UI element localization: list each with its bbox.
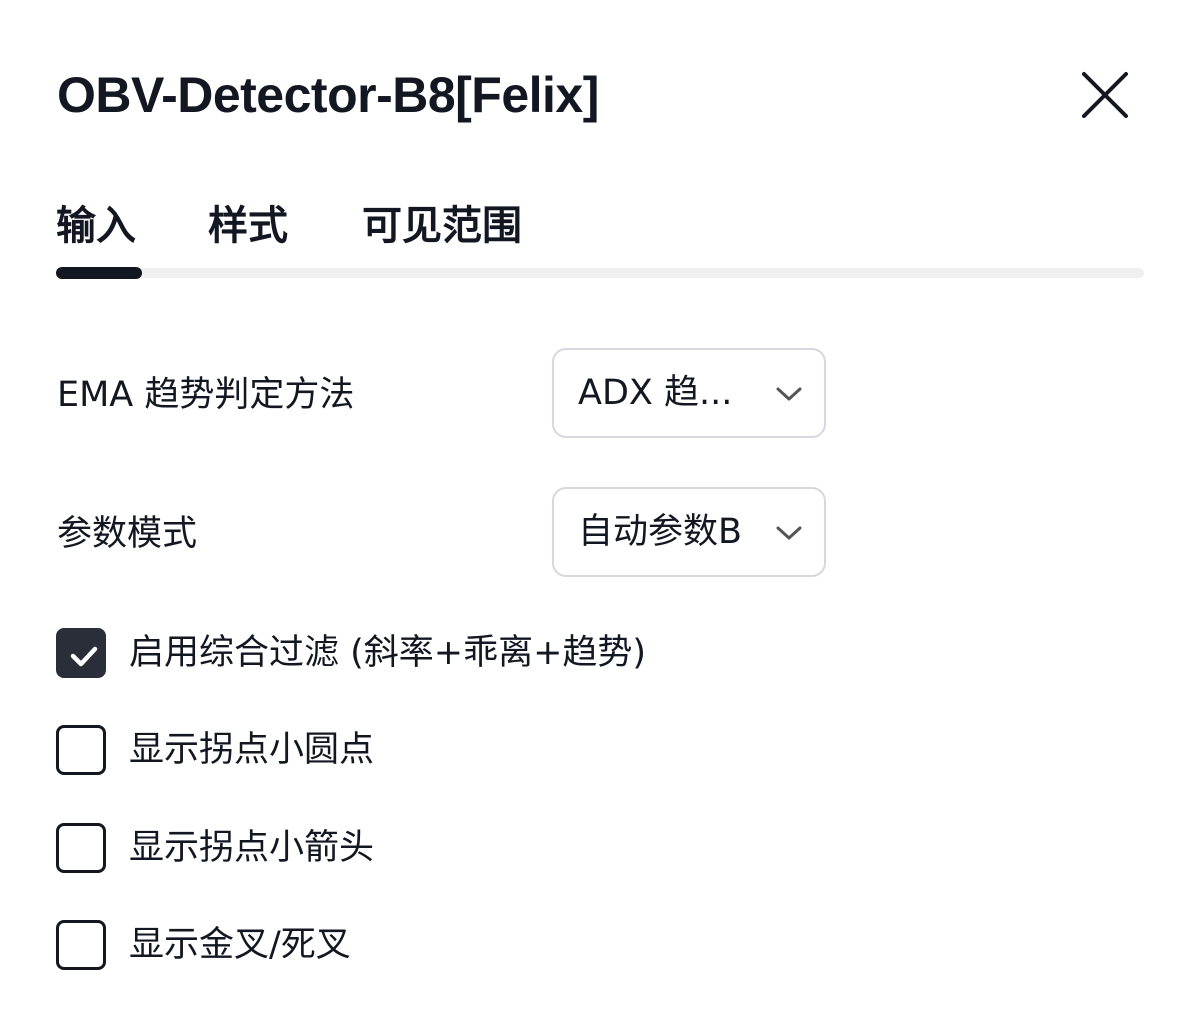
pivot-dots-checkbox[interactable]: [56, 725, 106, 775]
tab-visibility[interactable]: 可见范围: [362, 196, 522, 256]
ema-trend-method-label: EMA 趋势判定方法: [57, 375, 355, 415]
golden-death-cross-label: 显示金叉/死叉: [129, 925, 351, 965]
chevron-down-icon: [776, 387, 802, 401]
param-mode-select[interactable]: 自动参数B: [552, 487, 826, 577]
checkmark-icon: [70, 646, 98, 667]
pivot-arrows-label: 显示拐点小箭头: [129, 828, 375, 868]
combined-filter-checkbox[interactable]: [56, 628, 106, 678]
close-icon: [1082, 72, 1128, 118]
param-mode-label: 参数模式: [57, 514, 198, 554]
indicator-settings-dialog: OBV-Detector-B8[Felix] 输入 样式 可见范围 EMA 趋势…: [0, 0, 1200, 1009]
ema-trend-method-select[interactable]: ADX 趋...: [552, 348, 826, 438]
combined-filter-label: 启用综合过滤 (斜率+乖离+趋势): [129, 633, 647, 673]
pivot-dots-label: 显示拐点小圆点: [129, 730, 375, 770]
chevron-down-icon: [776, 526, 802, 540]
dialog-title: OBV-Detector-B8[Felix]: [57, 67, 599, 123]
active-tab-indicator: [56, 267, 142, 279]
golden-death-cross-checkbox[interactable]: [56, 920, 106, 970]
ema-trend-method-value: ADX 趋...: [578, 373, 733, 413]
tab-inputs[interactable]: 输入: [56, 196, 136, 256]
tab-style[interactable]: 样式: [208, 196, 288, 256]
param-mode-value: 自动参数B: [578, 512, 743, 552]
pivot-arrows-checkbox[interactable]: [56, 823, 106, 873]
tab-track: [56, 268, 1144, 278]
close-button[interactable]: [1076, 66, 1134, 124]
